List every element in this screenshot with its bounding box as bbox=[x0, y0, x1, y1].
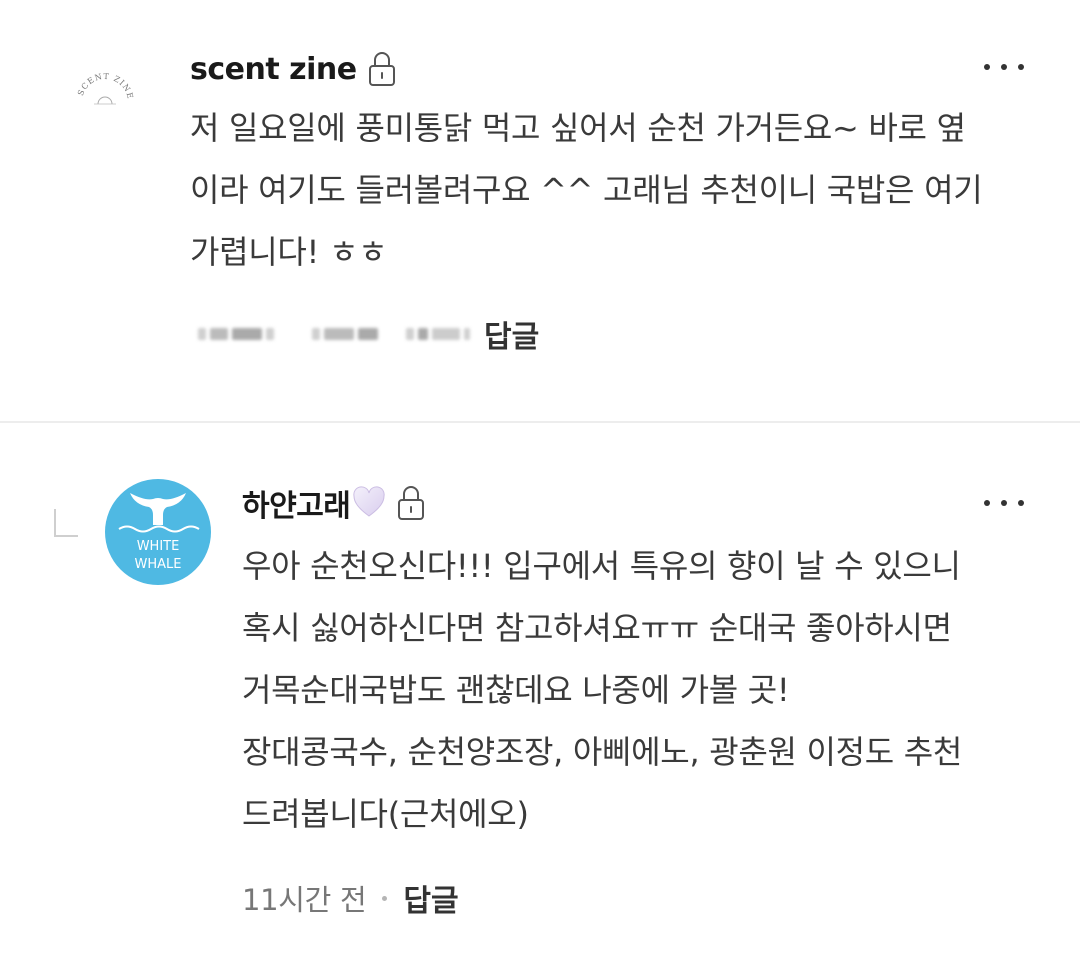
reply-button[interactable]: 답글 bbox=[484, 312, 539, 356]
more-dot-icon bbox=[1001, 500, 1007, 506]
comment-line: 우아 순천오신다!!! 입구에서 특유의 향이 날 수 있으니 bbox=[242, 547, 961, 585]
comment-line: 장대콩국수, 순천양조장, 아삐에노, 광춘원 이정도 추천 bbox=[242, 733, 963, 771]
comment-author-row: scent zine bbox=[190, 46, 397, 92]
lock-icon bbox=[398, 486, 425, 520]
white-heart-icon bbox=[353, 486, 386, 517]
whale-tail-icon: WHITE WHALE bbox=[118, 493, 200, 572]
reply-button[interactable]: 답글 bbox=[403, 876, 458, 920]
comment-author-row: 하얀고래 bbox=[242, 480, 426, 526]
comment-body: 저 일요일에 풍미통닭 먹고 싶어서 순천 가거든요~ 바로 옆 이라 여기도 … bbox=[190, 97, 1050, 283]
svg-text:WHITE: WHITE bbox=[137, 539, 180, 554]
comment-line: 저 일요일에 풍미통닭 먹고 싶어서 순천 가거든요~ 바로 옆 bbox=[190, 109, 966, 147]
more-dot-icon bbox=[1001, 64, 1007, 70]
blurred-timestamp bbox=[198, 328, 470, 340]
author-name[interactable]: 하얀고래 bbox=[242, 481, 351, 525]
white-whale-logo-icon[interactable]: WHITE WHALE bbox=[105, 479, 211, 585]
comment-item: WHITE WHALE 하얀고래 우아 순천오신다!!! 입구에서 특유의 향이… bbox=[0, 423, 1080, 957]
scent-zine-logo-icon[interactable]: SCENT ZINE bbox=[70, 72, 140, 122]
author-name[interactable]: scent zine bbox=[190, 52, 357, 87]
comment-line: 혹시 싫어하신다면 참고하셔요ㅠㅠ 순대국 좋아하시면 bbox=[242, 609, 952, 647]
more-dot-icon bbox=[1018, 500, 1024, 506]
svg-text:WHALE: WHALE bbox=[135, 557, 182, 572]
svg-text:SCENT ZINE: SCENT ZINE bbox=[76, 72, 135, 100]
lock-icon bbox=[368, 52, 395, 86]
more-dot-icon bbox=[1018, 64, 1024, 70]
more-options-button[interactable] bbox=[984, 488, 1024, 518]
comment-item: SCENT ZINE scent zine 저 일요일에 풍미통닭 먹고 싶어서… bbox=[0, 0, 1080, 422]
more-dot-icon bbox=[984, 64, 990, 70]
comment-line: 거목순대국밥도 괜찮데요 나중에 가볼 곳! bbox=[242, 671, 790, 709]
more-options-button[interactable] bbox=[984, 52, 1024, 82]
more-dot-icon bbox=[984, 500, 990, 506]
comment-line: 가렵니다! ㅎㅎ bbox=[190, 233, 388, 271]
comment-line: 이라 여기도 들러볼려구요 ^^ 고래님 추천이니 국밥은 여기 bbox=[190, 171, 983, 209]
comment-line: 드려봅니다(근처에오) bbox=[242, 795, 529, 833]
separator-dot bbox=[382, 895, 388, 901]
comment-body: 우아 순천오신다!!! 입구에서 특유의 향이 날 수 있으니 혹시 싫어하신다… bbox=[242, 535, 1042, 845]
timestamp: 11시간 전 bbox=[242, 883, 367, 917]
comment-meta: 답글 bbox=[198, 312, 539, 356]
reply-indicator-icon bbox=[54, 509, 78, 537]
comment-meta: 11시간 전 답글 bbox=[242, 876, 459, 920]
